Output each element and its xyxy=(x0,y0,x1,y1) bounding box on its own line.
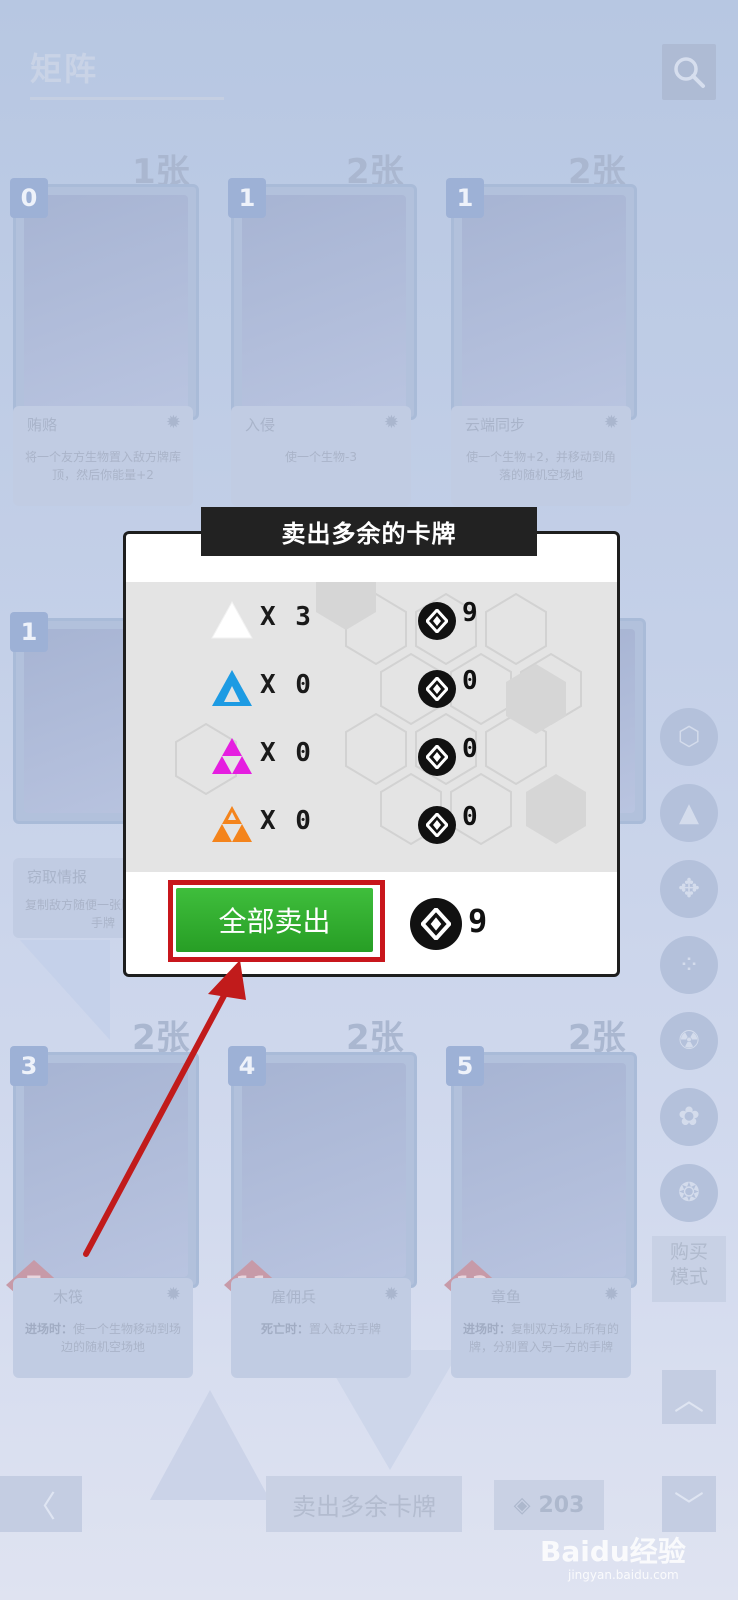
annotation-arrow xyxy=(83,960,246,1257)
